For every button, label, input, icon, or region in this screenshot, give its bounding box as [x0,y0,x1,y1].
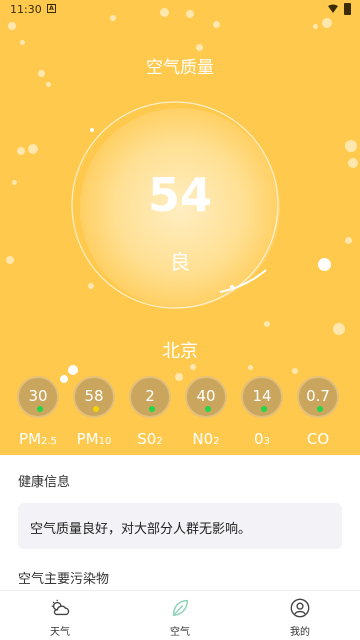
pollutant-label-pm25: PM2.5 [8,430,68,448]
decor-dot [213,21,220,28]
health-info-text: 空气质量良好，对大部分人群无影响。 [30,522,252,537]
label-main: PM [19,430,42,448]
level-dot [93,406,99,412]
decor-dot [190,364,196,370]
level-dot [205,406,211,412]
city-name[interactable]: 北京 [0,337,360,363]
decor-dot [196,44,203,51]
air-quality-hero: 11:30 A 空气质量 54 良 北京 30 58 2 40 14 0.7 P… [0,0,360,455]
pollutant-pm10[interactable]: 58 [73,376,115,418]
level-dot [37,406,43,412]
decor-dot [186,10,194,18]
nav-label: 空气 [170,627,190,638]
pollutant-so2[interactable]: 2 [129,376,171,418]
level-dot [149,406,155,412]
aqi-value: 54 [147,168,212,222]
pollutant-value: 14 [252,387,272,405]
pollutant-no2[interactable]: 40 [185,376,227,418]
decor-dot [60,375,68,383]
label-sub: 2 [213,436,220,447]
pollutant-o3[interactable]: 14 [241,376,283,418]
pollutant-value: 2 [145,387,155,405]
pollutant-bubble: 30 [17,376,59,418]
nav-label: 天气 [50,627,70,638]
pollutant-label-no2: N02 [176,430,236,448]
decor-dot [160,8,169,17]
pollutant-value: 0.7 [306,387,330,405]
decor-dot [292,368,298,374]
page-title: 空气质量 [146,58,214,78]
pollutant-label-co: CO [288,430,348,448]
decor-dot [46,82,51,87]
leaf-icon [172,599,189,617]
label-main: 0 [254,430,264,448]
level-dot [261,406,267,412]
decor-dot [345,140,357,152]
decor-dot [264,321,270,327]
bottom-nav: 天气 空气 我的 [0,590,360,640]
status-time: 11:30 [10,3,42,16]
pollutant-bubble: 58 [73,376,115,418]
aqi-level: 良 [170,250,190,274]
pollutant-bubble: 14 [241,376,283,418]
pollutant-value: 58 [84,387,104,405]
label-main: PM [76,430,99,448]
nav-item-profile[interactable]: 我的 [270,597,330,638]
wifi-icon [328,4,338,13]
profile-icon [290,598,310,618]
decor-dot [8,22,16,30]
main-pollutant-title: 空气主要污染物 [18,572,110,587]
pollutant-label-o3: 03 [232,430,292,448]
pollutant-label-pm10: PM10 [64,430,124,448]
status-bar: 11:30 A [0,0,360,20]
decor-dot [248,365,253,370]
label-sub: 2.5 [41,436,57,447]
health-info-card: 空气质量良好，对大部分人群无影响。 [18,503,342,549]
nav-label: 我的 [290,627,310,638]
decor-dot [322,18,332,28]
decor-dot [348,158,358,168]
label-sub: 3 [263,436,270,447]
pollutant-value: 40 [196,387,216,405]
decor-dot [175,373,183,381]
weather-icon [51,599,70,616]
nav-item-air[interactable]: 空气 [150,597,210,638]
decor-dot [17,147,25,155]
pollutant-bubble: 40 [185,376,227,418]
decor-dot [68,365,78,375]
pollutant-pm25[interactable]: 30 [17,376,59,418]
label-main: S0 [137,430,157,448]
pollutant-bubble: 0.7 [297,376,339,418]
level-dot [317,406,323,412]
label-main: CO [306,430,330,448]
pollutant-value: 30 [28,387,48,405]
decor-dot [20,40,25,45]
notification-icon: A [47,4,56,13]
health-section-title: 健康信息 [18,475,71,490]
decor-dot [110,15,116,21]
label-sub: 10 [98,436,112,447]
decor-dot [313,24,318,29]
decor-dot [333,323,345,335]
pollutant-co[interactable]: 0.7 [297,376,339,418]
decor-dot [345,237,352,244]
label-main: N0 [192,430,214,448]
decor-dot [28,144,38,154]
label-sub: 2 [156,436,163,447]
nav-item-weather[interactable]: 天气 [30,597,90,638]
pollutant-label-so2: S02 [120,430,180,448]
battery-icon [344,3,351,15]
pollutant-bubble: 2 [129,376,171,418]
